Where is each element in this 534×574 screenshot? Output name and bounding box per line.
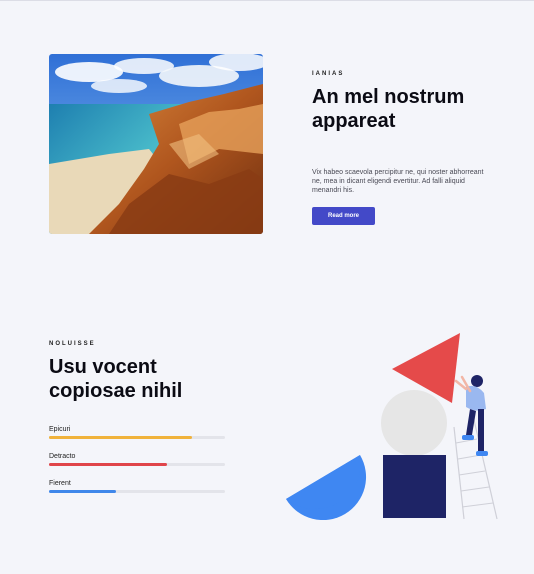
skill-fierent: Fierent: [49, 480, 225, 493]
read-more-button[interactable]: Read more: [312, 207, 375, 225]
top-divider: [0, 0, 534, 1]
skill-detracto: Detracto: [49, 453, 225, 466]
skills-eyebrow: NOLUISSE: [49, 341, 96, 347]
feature-title: An mel nostrum appareat: [312, 86, 465, 132]
skill-track: [49, 490, 225, 493]
skill-label: Fierent: [49, 480, 71, 487]
skill-label: Detracto: [49, 453, 76, 460]
feature-description: Vix habeo scaevola percipitur ne, qui no…: [312, 169, 484, 194]
skill-label: Epicuri: [49, 426, 71, 433]
shapes-person-ladder-illustration: [280, 325, 510, 530]
skill-track: [49, 436, 225, 439]
skill-fill: [49, 490, 116, 493]
coastal-cliffs-photo: [49, 54, 263, 234]
skill-epicuri: Epicuri: [49, 426, 225, 439]
skills-title: Usu vocent copiosae nihil: [49, 356, 183, 402]
feature-eyebrow: IANIAS: [312, 71, 345, 77]
skill-track: [49, 463, 225, 466]
skill-fill: [49, 436, 192, 439]
skill-fill: [49, 463, 167, 466]
